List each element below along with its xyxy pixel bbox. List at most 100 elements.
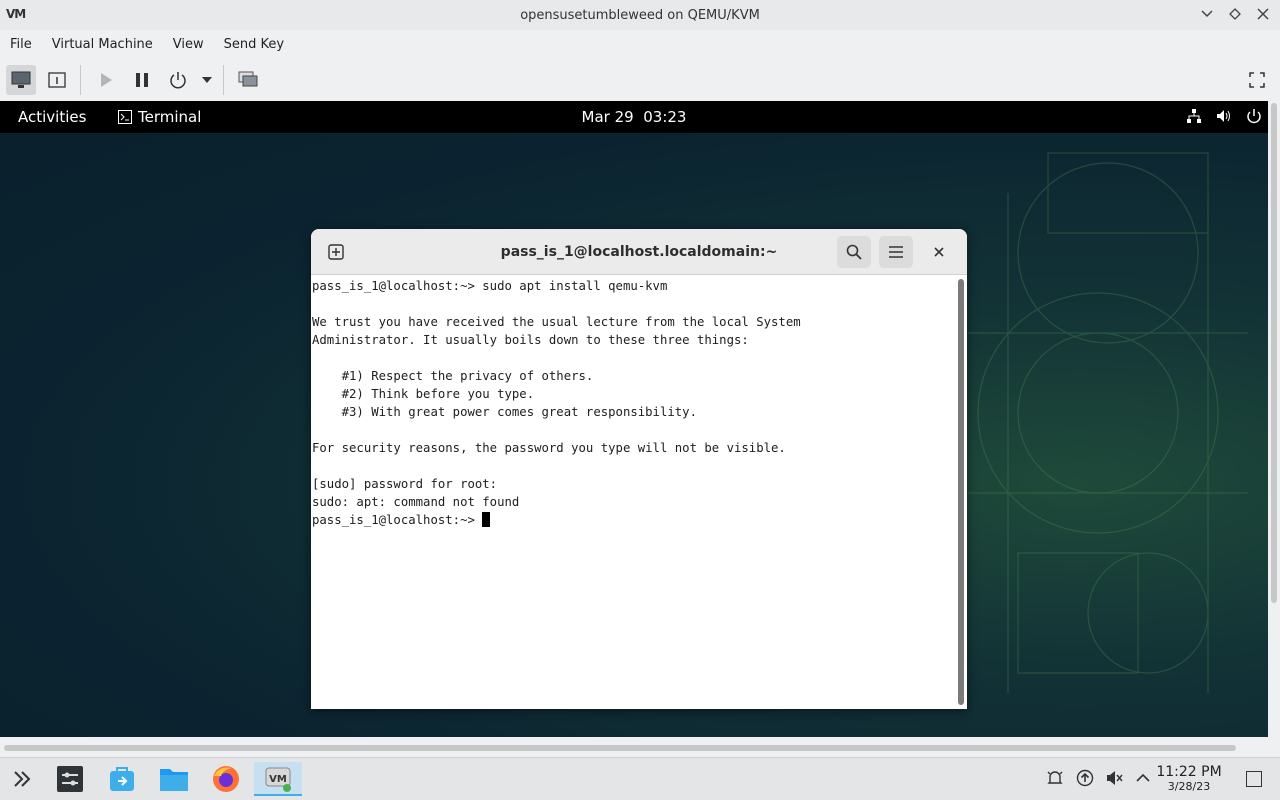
network-icon [1187, 109, 1201, 123]
toolbar-separator [80, 65, 81, 95]
terminal-line: sudo: apt: command not found [312, 495, 520, 509]
system-tray[interactable] [1186, 108, 1262, 124]
new-tab-button[interactable] [319, 236, 353, 268]
search-icon [846, 244, 862, 260]
vertical-scroll-thumb[interactable] [1271, 103, 1277, 603]
show-desktop-button[interactable] [1246, 771, 1262, 787]
horizontal-scroll-thumb[interactable] [4, 745, 1236, 751]
menu-view[interactable]: View [163, 37, 214, 52]
toolbar-separator [223, 65, 224, 95]
terminal-lines: pass_is_1@localhost:~> sudo apt install … [312, 277, 954, 511]
terminal-prompt-line: pass_is_1@localhost:~> [312, 511, 954, 529]
updates-icon[interactable] [1076, 769, 1094, 787]
terminal-line: #1) Respect the privacy of others. [312, 369, 594, 383]
play-icon [101, 73, 112, 87]
terminal-line: pass_is_1@localhost:~> sudo apt install … [312, 279, 668, 293]
menu-file[interactable]: File [0, 37, 42, 52]
terminal-prompt: pass_is_1@localhost:~> [312, 513, 483, 527]
window-titlebar: VM opensusetumbleweed on QEMU/KVM [0, 0, 1280, 30]
app-menu-label: Terminal [138, 108, 202, 126]
clock-time[interactable]: 03:23 [643, 108, 686, 126]
terminal-icon [118, 110, 132, 124]
host-clock-date: 3/28/23 [1167, 780, 1211, 793]
svg-text:VM: VM [269, 774, 287, 785]
snapshots-button[interactable] [234, 65, 264, 95]
toolbar [0, 58, 1280, 102]
terminal-line: We trust you have received the usual lec… [312, 315, 801, 329]
dropdown-arrow-icon [202, 77, 212, 83]
volume-icon [1217, 110, 1230, 122]
window-title: opensusetumbleweed on QEMU/KVM [520, 7, 760, 23]
details-button[interactable] [42, 65, 72, 95]
app-menu[interactable]: Terminal [118, 108, 201, 126]
terminal-title: pass_is_1@localhost.localdomain:~ [500, 243, 778, 260]
power-menu-icon [1247, 109, 1261, 124]
menubar: File Virtual Machine View Send Key [0, 30, 1280, 58]
settings-app-icon [57, 766, 83, 792]
terminal-window: pass_is_1@localhost.localdomain:~ pass_i… [311, 229, 967, 709]
menu-button[interactable] [879, 236, 913, 268]
clock-date[interactable]: Mar 29 [582, 108, 634, 126]
launcher-icon [14, 771, 31, 787]
text-cursor [482, 512, 491, 527]
window-controls [1198, 5, 1272, 23]
taskbar-firefox[interactable] [208, 762, 244, 796]
firefox-icon [213, 766, 239, 792]
fullscreen-icon [1249, 72, 1265, 88]
pause-icon [136, 73, 148, 87]
pause-button[interactable] [127, 65, 157, 95]
close-window-icon[interactable] [1254, 5, 1272, 23]
horizontal-scrollbar[interactable] [0, 737, 1280, 757]
terminal-headerbar: pass_is_1@localhost.localdomain:~ [311, 229, 967, 275]
host-system-tray [1046, 769, 1150, 787]
terminal-line: #2) Think before you type. [312, 387, 535, 401]
application-launcher[interactable] [4, 762, 40, 796]
folder-icon [160, 769, 188, 791]
terminal-output[interactable]: pass_is_1@localhost:~> sudo apt install … [311, 276, 955, 709]
host-taskbar: VM 11:22 PM 3/28/23 [0, 757, 1280, 800]
volume-muted-icon[interactable] [1106, 769, 1124, 787]
shutdown-button[interactable] [163, 65, 193, 95]
monitor-icon [11, 71, 31, 88]
guest-display[interactable]: Activities Terminal Mar 29 03:23 pass_is… [0, 101, 1268, 737]
gnome-topbar: Activities Terminal Mar 29 03:23 [0, 101, 1268, 133]
terminal-line: #3) With great power comes great respons… [312, 405, 697, 419]
search-button[interactable] [837, 236, 871, 268]
shutdown-menu-button[interactable] [199, 65, 215, 95]
console-view-button[interactable] [6, 65, 36, 95]
terminal-line: [sudo] password for root: [312, 477, 498, 491]
virt-manager-icon: VM [265, 767, 291, 792]
taskbar-file-manager[interactable] [156, 762, 192, 796]
vertical-scrollbar[interactable] [1268, 101, 1280, 737]
taskbar-system-settings[interactable] [52, 762, 88, 796]
menu-virtual-machine[interactable]: Virtual Machine [42, 37, 163, 52]
close-icon [934, 247, 944, 257]
taskbar-virt-manager[interactable]: VM [254, 762, 302, 796]
run-button[interactable] [91, 65, 121, 95]
info-icon [48, 72, 66, 88]
wallpaper-decoration [968, 152, 1248, 693]
host-clock-time: 11:22 PM [1156, 764, 1222, 780]
menu-send-key[interactable]: Send Key [214, 37, 294, 52]
taskbar-discover[interactable] [104, 762, 140, 796]
notifications-icon[interactable] [1046, 769, 1064, 787]
host-clock[interactable]: 11:22 PM 3/28/23 [1146, 764, 1232, 793]
activities-button[interactable]: Activities [18, 108, 86, 126]
snapshots-icon [238, 71, 258, 87]
terminal-close-button[interactable] [923, 236, 955, 268]
discover-app-icon [110, 767, 134, 791]
terminal-line: For security reasons, the password you t… [312, 441, 786, 455]
maximize-icon[interactable] [1226, 5, 1244, 23]
hamburger-icon [889, 246, 903, 258]
new-tab-icon [328, 244, 344, 260]
minimize-icon[interactable] [1198, 5, 1216, 23]
virt-manager-logo-icon: VM [6, 7, 26, 21]
terminal-line: Administrator. It usually boils down to … [312, 333, 749, 347]
power-icon [170, 72, 186, 89]
fullscreen-button[interactable] [1242, 65, 1272, 95]
terminal-scrollbar[interactable] [958, 279, 964, 705]
